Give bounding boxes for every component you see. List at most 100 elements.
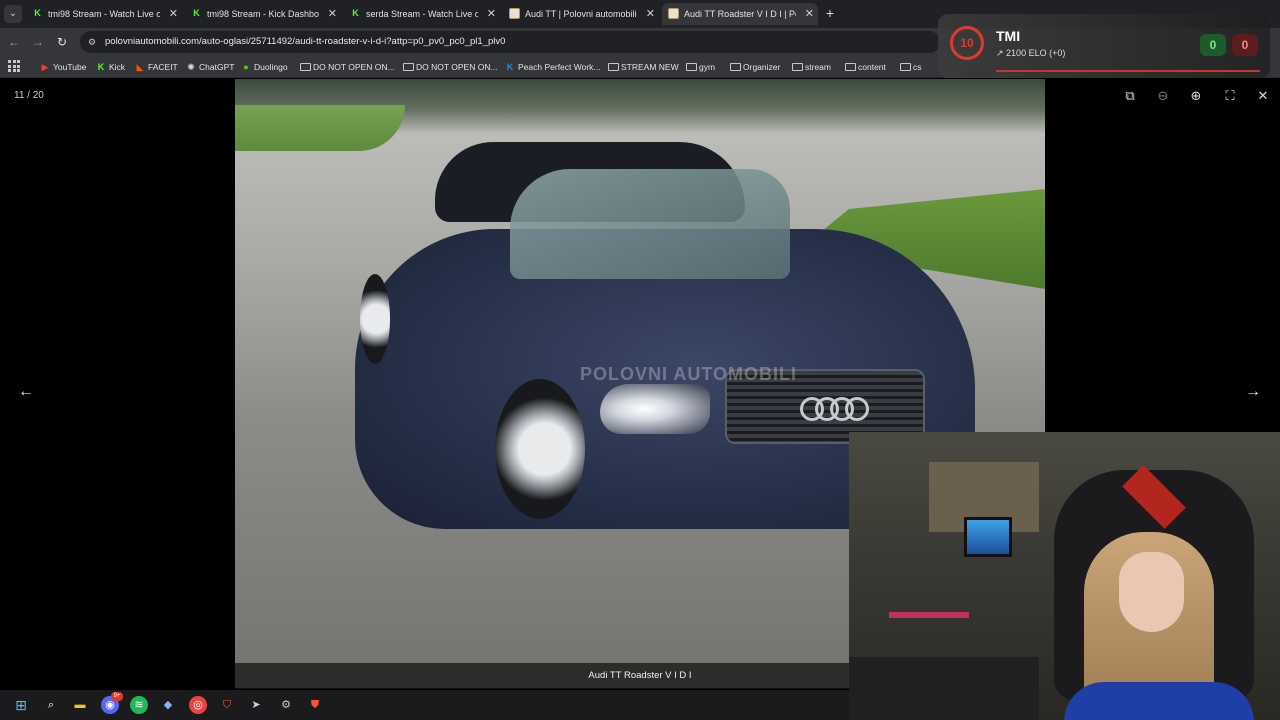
fullscreen-icon[interactable]: ⛶	[1221, 87, 1239, 105]
level-badge: 10	[950, 26, 984, 60]
elo-text: ↗ 2100 ELO (+0)	[996, 48, 1065, 59]
close-icon[interactable]: ✕	[328, 3, 337, 25]
bookmark-peach[interactable]: K Peach Perfect Work...	[505, 59, 601, 75]
rear-wheel	[360, 274, 390, 364]
folder-icon	[403, 63, 414, 71]
windshield	[510, 169, 790, 279]
settings-icon[interactable]: ⚙	[277, 696, 295, 714]
bookmark-folder-cs[interactable]: cs	[900, 59, 922, 75]
url-text[interactable]: polovniautomobili.com/auto-oglasi/257114…	[105, 31, 505, 53]
desk	[849, 657, 1039, 720]
brave-icon[interactable]: ⛊	[306, 696, 324, 714]
bookmark-label: DO NOT OPEN ON...	[416, 62, 498, 72]
chatgpt-icon: ✺	[187, 62, 195, 72]
chrome-icon[interactable]: ◎	[189, 696, 207, 714]
share-icon[interactable]: ⧉	[1121, 87, 1139, 105]
search-icon[interactable]: ⌕	[42, 696, 60, 714]
tab-title: serda Stream - Watch Live on K	[366, 9, 478, 19]
reload-icon[interactable]: ↻	[53, 33, 71, 51]
windows-start-icon[interactable]: ⊞	[12, 696, 30, 714]
youtube-icon: ▶	[41, 62, 49, 72]
trend-icon: ↗	[996, 48, 1007, 58]
duolingo-icon: ●	[243, 62, 249, 72]
steam-icon[interactable]: ➤	[247, 696, 265, 714]
bookmark-folder-1[interactable]: DO NOT OPEN ON...	[300, 59, 395, 75]
monitor	[964, 517, 1012, 557]
bookmark-label: DO NOT OPEN ON...	[313, 62, 395, 72]
kick-icon: K	[352, 8, 359, 18]
tab-5-active[interactable]: Audi TT Roadster V I D I | Polov ✕	[662, 3, 818, 25]
bookmark-label: ChatGPT	[199, 62, 235, 72]
bookmark-folder-content[interactable]: content	[845, 59, 886, 75]
close-icon[interactable]: ✕	[646, 3, 655, 25]
kick-icon: K	[193, 8, 200, 18]
spotify-icon[interactable]: ≋	[130, 696, 148, 714]
folder-icon	[845, 63, 856, 71]
tab-4[interactable]: Audi TT | Polovni automobili - a ✕	[503, 3, 659, 25]
bookmark-chatgpt[interactable]: ✺ ChatGPT	[186, 59, 234, 75]
close-icon[interactable]: ✕	[169, 3, 178, 25]
app-icon[interactable]: ◆	[159, 696, 177, 714]
bookmark-folder-stream-new[interactable]: STREAM NEW	[608, 59, 679, 75]
player-name: TMI	[996, 28, 1021, 44]
divider	[996, 70, 1260, 72]
forward-arrow-icon[interactable]: →	[29, 33, 47, 51]
bookmark-label: cs	[913, 62, 922, 72]
bookmark-youtube[interactable]: ▶ YouTube	[40, 59, 87, 75]
tab-2[interactable]: K tmi98 Stream - Kick Dashboard ✕	[185, 3, 341, 25]
close-icon[interactable]: ✕	[1254, 87, 1272, 105]
folder-icon	[792, 63, 803, 71]
tab-title: tmi98 Stream - Watch Live on K	[48, 9, 160, 19]
new-tab-button[interactable]: +	[822, 5, 838, 21]
kick-icon: K	[97, 62, 105, 72]
notification-badge: 9+	[111, 692, 123, 701]
bookmark-folder-organizer[interactable]: Organizer	[730, 59, 780, 75]
zoom-out-icon[interactable]: ⊖	[1154, 87, 1172, 105]
bookmark-label: Organizer	[743, 62, 781, 72]
tab-1[interactable]: K tmi98 Stream - Watch Live on K ✕	[26, 3, 182, 25]
tab-3[interactable]: K serda Stream - Watch Live on K ✕	[344, 3, 500, 25]
tab-title: Audi TT | Polovni automobili - a	[525, 9, 637, 19]
apps-grid-icon[interactable]	[8, 60, 20, 72]
bookmark-folder-stream[interactable]: stream	[792, 59, 831, 75]
bookmark-kick[interactable]: K Kick	[96, 59, 125, 75]
site-watermark: POLOVNI AUTOMOBILI	[580, 364, 798, 384]
prev-arrow-icon[interactable]: ←	[16, 382, 36, 402]
wins-score: 0	[1200, 34, 1226, 56]
led-strip	[889, 612, 969, 618]
bookmark-folder-gym[interactable]: gym	[686, 59, 715, 75]
zoom-in-icon[interactable]: ⊕	[1187, 87, 1205, 105]
face	[1119, 552, 1184, 632]
close-icon[interactable]: ✕	[805, 3, 814, 25]
bookmark-duolingo[interactable]: ● Duolingo	[241, 59, 287, 75]
site-info-icon[interactable]: ⚙	[88, 36, 100, 48]
bookmark-folder-2[interactable]: DO NOT OPEN ON...	[403, 59, 498, 75]
streamer	[1064, 532, 1254, 720]
bookmark-faceit[interactable]: ◣ FACEIT	[135, 59, 178, 75]
peach-icon: K	[506, 62, 514, 72]
bookmark-label: stream	[805, 62, 831, 72]
tab-search-button[interactable]: ⌄	[4, 5, 22, 23]
file-explorer-icon[interactable]: ▬	[71, 696, 89, 714]
back-arrow-icon[interactable]: ←	[5, 33, 23, 51]
headlight	[600, 384, 710, 434]
faceit-icon: ◣	[136, 62, 144, 72]
grass-patch	[235, 105, 405, 151]
bookmark-label: STREAM NEW	[621, 62, 679, 72]
hoodie	[1064, 682, 1254, 720]
tab-title: Audi TT Roadster V I D I | Polov	[684, 9, 796, 19]
folder-icon	[608, 63, 619, 71]
bookmark-label: gym	[699, 62, 716, 72]
polovni-icon	[668, 8, 679, 19]
shield-icon[interactable]: ⛉	[218, 696, 236, 714]
folder-icon	[686, 63, 697, 71]
front-wheel	[495, 379, 585, 519]
webcam-feed	[849, 432, 1280, 720]
tab-title: tmi98 Stream - Kick Dashboard	[207, 9, 319, 19]
bookmark-label: YouTube	[53, 62, 87, 72]
close-icon[interactable]: ✕	[487, 3, 496, 25]
folder-icon	[730, 63, 741, 71]
next-arrow-icon[interactable]: →	[1243, 382, 1263, 402]
audi-logo	[800, 397, 870, 421]
address-bar[interactable]: ⚙ polovniautomobili.com/auto-oglasi/2571…	[80, 31, 940, 53]
